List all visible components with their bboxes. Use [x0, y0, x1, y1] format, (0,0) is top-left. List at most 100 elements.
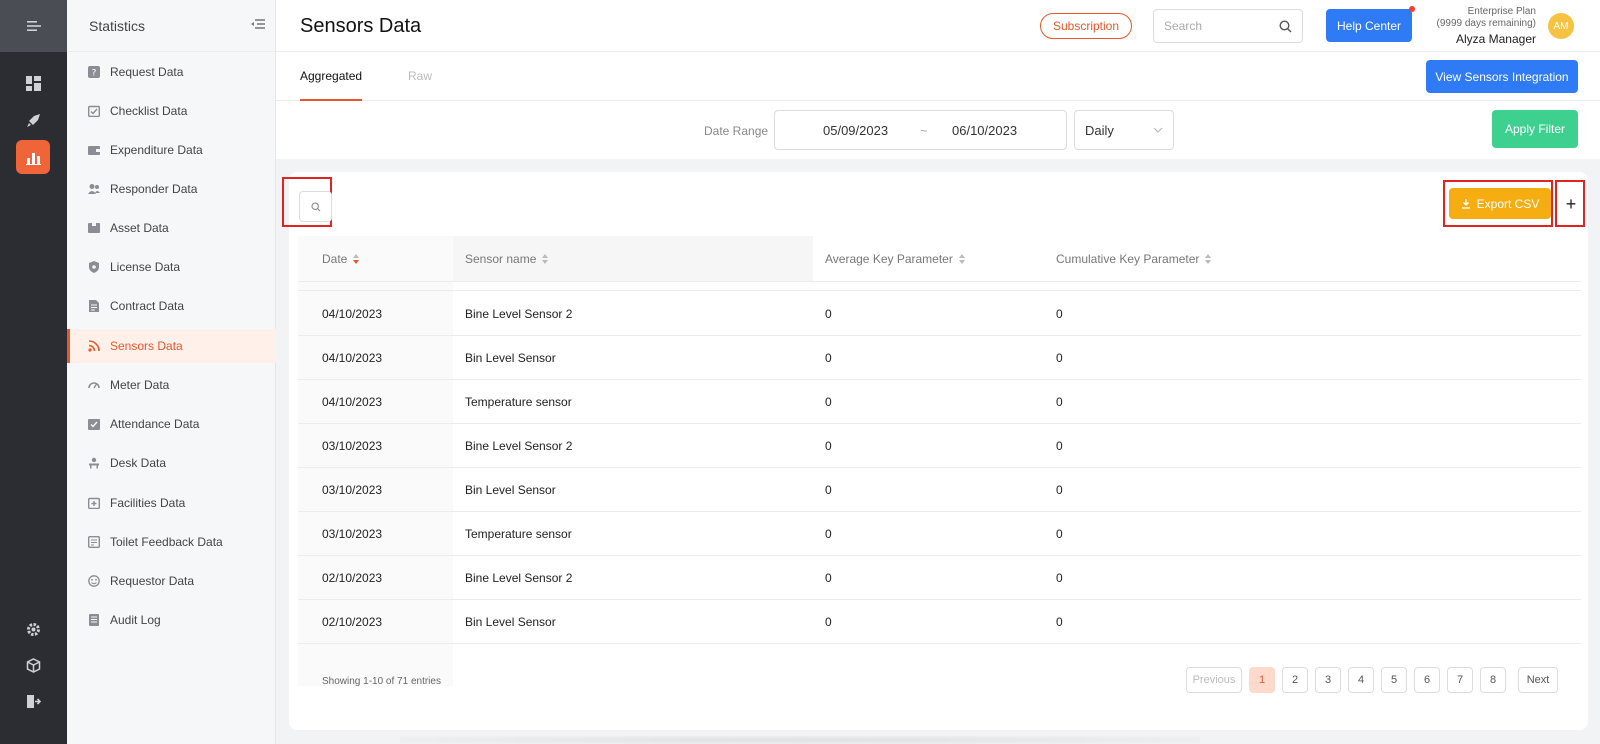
sidebar-item-facilities-data[interactable]: Facilities Data — [67, 486, 276, 520]
sidebar-item-label: Responder Data — [110, 182, 198, 196]
search-input[interactable] — [1164, 19, 1274, 33]
pagination-page-3[interactable]: 3 — [1315, 667, 1341, 693]
menu-toggle-button[interactable] — [0, 0, 67, 52]
pagination-page-5[interactable]: 5 — [1381, 667, 1407, 693]
column-header-average[interactable]: Average Key Parameter — [825, 236, 965, 282]
table-row[interactable]: 04/10/2023 Bin Level Sensor 0 0 — [298, 336, 1581, 380]
menu-toggle-icon — [26, 21, 41, 31]
dashboard-icon — [25, 75, 41, 91]
sidebar-item-label: Expenditure Data — [110, 143, 203, 157]
column-header-cumulative[interactable]: Cumulative Key Parameter — [1056, 236, 1212, 282]
notification-dot — [1409, 6, 1415, 12]
subscription-button[interactable]: Subscription — [1040, 13, 1132, 39]
sort-icon — [353, 254, 360, 264]
column-header-label: Average Key Parameter — [825, 252, 953, 266]
svg-text:?: ? — [92, 69, 97, 79]
pagination-page-1[interactable]: 1 — [1249, 667, 1275, 693]
horizontal-scroll-shadow — [400, 736, 1200, 744]
rail-cube-button[interactable] — [16, 648, 50, 682]
sidebar-item-request-data[interactable]: ? Request Data — [67, 55, 276, 89]
table-row[interactable]: 03/10/2023 Temperature sensor 0 0 — [298, 512, 1581, 556]
cell-average: 0 — [825, 527, 832, 541]
pagination-page-2[interactable]: 2 — [1282, 667, 1308, 693]
gauge-icon — [87, 378, 101, 392]
sort-icon — [1205, 254, 1212, 264]
sidebar-item-desk-data[interactable]: Desk Data — [67, 446, 276, 480]
avatar[interactable]: AM — [1548, 13, 1574, 39]
table-header: Date Sensor name Average Key Parameter C… — [298, 236, 1581, 282]
logout-icon — [26, 694, 41, 708]
sidebar-item-toilet-feedback-data[interactable]: Toilet Feedback Data — [67, 525, 276, 559]
search-icon[interactable] — [1279, 19, 1292, 33]
feedback-icon — [87, 535, 101, 549]
sidebar-item-requestor-data[interactable]: Requestor Data — [67, 564, 276, 598]
sidebar-item-asset-data[interactable]: Asset Data — [67, 211, 276, 245]
cell-average: 0 — [825, 351, 832, 365]
end-date[interactable]: 06/10/2023 — [952, 123, 1017, 138]
table-row[interactable]: 03/10/2023 Bine Level Sensor 2 0 0 — [298, 424, 1581, 468]
add-button[interactable]: + — [1560, 190, 1582, 218]
table-row[interactable]: 03/10/2023 Bin Level Sensor 0 0 — [298, 468, 1581, 512]
sidebar-item-responder-data[interactable]: Responder Data — [67, 172, 276, 206]
sidebar-item-contract-data[interactable]: Contract Data — [67, 289, 276, 323]
sidebar-item-expenditure-data[interactable]: Expenditure Data — [67, 133, 276, 167]
cell-cumulative: 0 — [1056, 527, 1063, 541]
cell-cumulative: 0 — [1056, 307, 1063, 321]
pagination-page-7[interactable]: 7 — [1447, 667, 1473, 693]
apply-filter-button[interactable]: Apply Filter — [1492, 110, 1578, 148]
pagination-page-4[interactable]: 4 — [1348, 667, 1374, 693]
interval-select[interactable]: Daily — [1074, 110, 1174, 150]
rail-rocket-button[interactable] — [16, 103, 50, 137]
log-icon — [87, 613, 101, 627]
sidebar-item-audit-log[interactable]: Audit Log — [67, 603, 276, 637]
rail-statistics-button[interactable] — [16, 140, 50, 174]
sidebar-item-label: Toilet Feedback Data — [110, 535, 223, 549]
table-row[interactable]: 02/10/2023 Bin Level Sensor 0 0 — [298, 600, 1581, 644]
cell-average: 0 — [825, 483, 832, 497]
table-row[interactable]: 04/10/2023 Bine Level Sensor 2 0 0 — [298, 292, 1581, 336]
view-sensors-integration-button[interactable]: View Sensors Integration — [1426, 60, 1578, 93]
column-header-date[interactable]: Date — [322, 236, 360, 282]
table-spacer — [298, 282, 1581, 291]
help-center-button[interactable]: Help Center — [1326, 6, 1415, 42]
tab-aggregated[interactable]: Aggregated — [300, 69, 363, 101]
cell-date: 04/10/2023 — [322, 395, 383, 409]
start-date[interactable]: 05/09/2023 — [823, 123, 888, 138]
column-header-sensor-name[interactable]: Sensor name — [465, 236, 549, 282]
sidebar-title: Statistics — [89, 17, 146, 34]
facilities-icon — [87, 496, 101, 510]
sidebar-item-checklist-data[interactable]: Checklist Data — [67, 94, 276, 128]
plan-name: Enterprise Plan — [1467, 6, 1536, 17]
rail-logout-button[interactable] — [16, 684, 50, 718]
pagination-page-6[interactable]: 6 — [1414, 667, 1440, 693]
date-range-picker[interactable]: 05/09/2023 ~ 06/10/2023 — [774, 110, 1067, 150]
entries-summary: Showing 1-10 of 71 entries — [322, 676, 441, 687]
pagination-previous[interactable]: Previous — [1186, 667, 1242, 693]
cell-cumulative: 0 — [1056, 615, 1063, 629]
settings-icon — [26, 622, 40, 636]
top-header: Sensors Data Subscription Help Center En… — [276, 0, 1600, 52]
sidebar-item-attendance-data[interactable]: Attendance Data — [67, 407, 276, 441]
sidebar-item-label: Contract Data — [110, 299, 185, 313]
tab-raw[interactable]: Raw — [408, 69, 432, 83]
collapse-sidebar-button[interactable] — [251, 17, 265, 35]
export-csv-button[interactable]: Export CSV — [1449, 188, 1551, 219]
sidebar-item-license-data[interactable]: License Data — [67, 250, 276, 284]
data-table-card: Export CSV + Date Sensor name Average Ke… — [282, 172, 1588, 730]
cell-cumulative: 0 — [1056, 483, 1063, 497]
table-row[interactable]: 04/10/2023 Temperature sensor 0 0 — [298, 380, 1581, 424]
table-search-button[interactable] — [299, 191, 332, 222]
pagination-page-8[interactable]: 8 — [1480, 667, 1506, 693]
sidebar-item-sensors-data[interactable]: Sensors Data — [67, 329, 276, 363]
table-row[interactable]: 02/10/2023 Bine Level Sensor 2 0 0 — [298, 556, 1581, 600]
collapse-icon — [251, 18, 265, 29]
rail-dashboard-button[interactable] — [16, 66, 50, 100]
user-name[interactable]: Alyza Manager — [1416, 33, 1536, 45]
sidebar-item-meter-data[interactable]: Meter Data — [67, 368, 276, 402]
rail-settings-button[interactable] — [16, 612, 50, 646]
pagination-next[interactable]: Next — [1518, 667, 1558, 693]
rocket-icon — [26, 113, 40, 127]
sidebar-item-label: Attendance Data — [110, 417, 200, 431]
users-icon — [87, 182, 101, 196]
sidebar-item-label: Asset Data — [110, 221, 169, 235]
